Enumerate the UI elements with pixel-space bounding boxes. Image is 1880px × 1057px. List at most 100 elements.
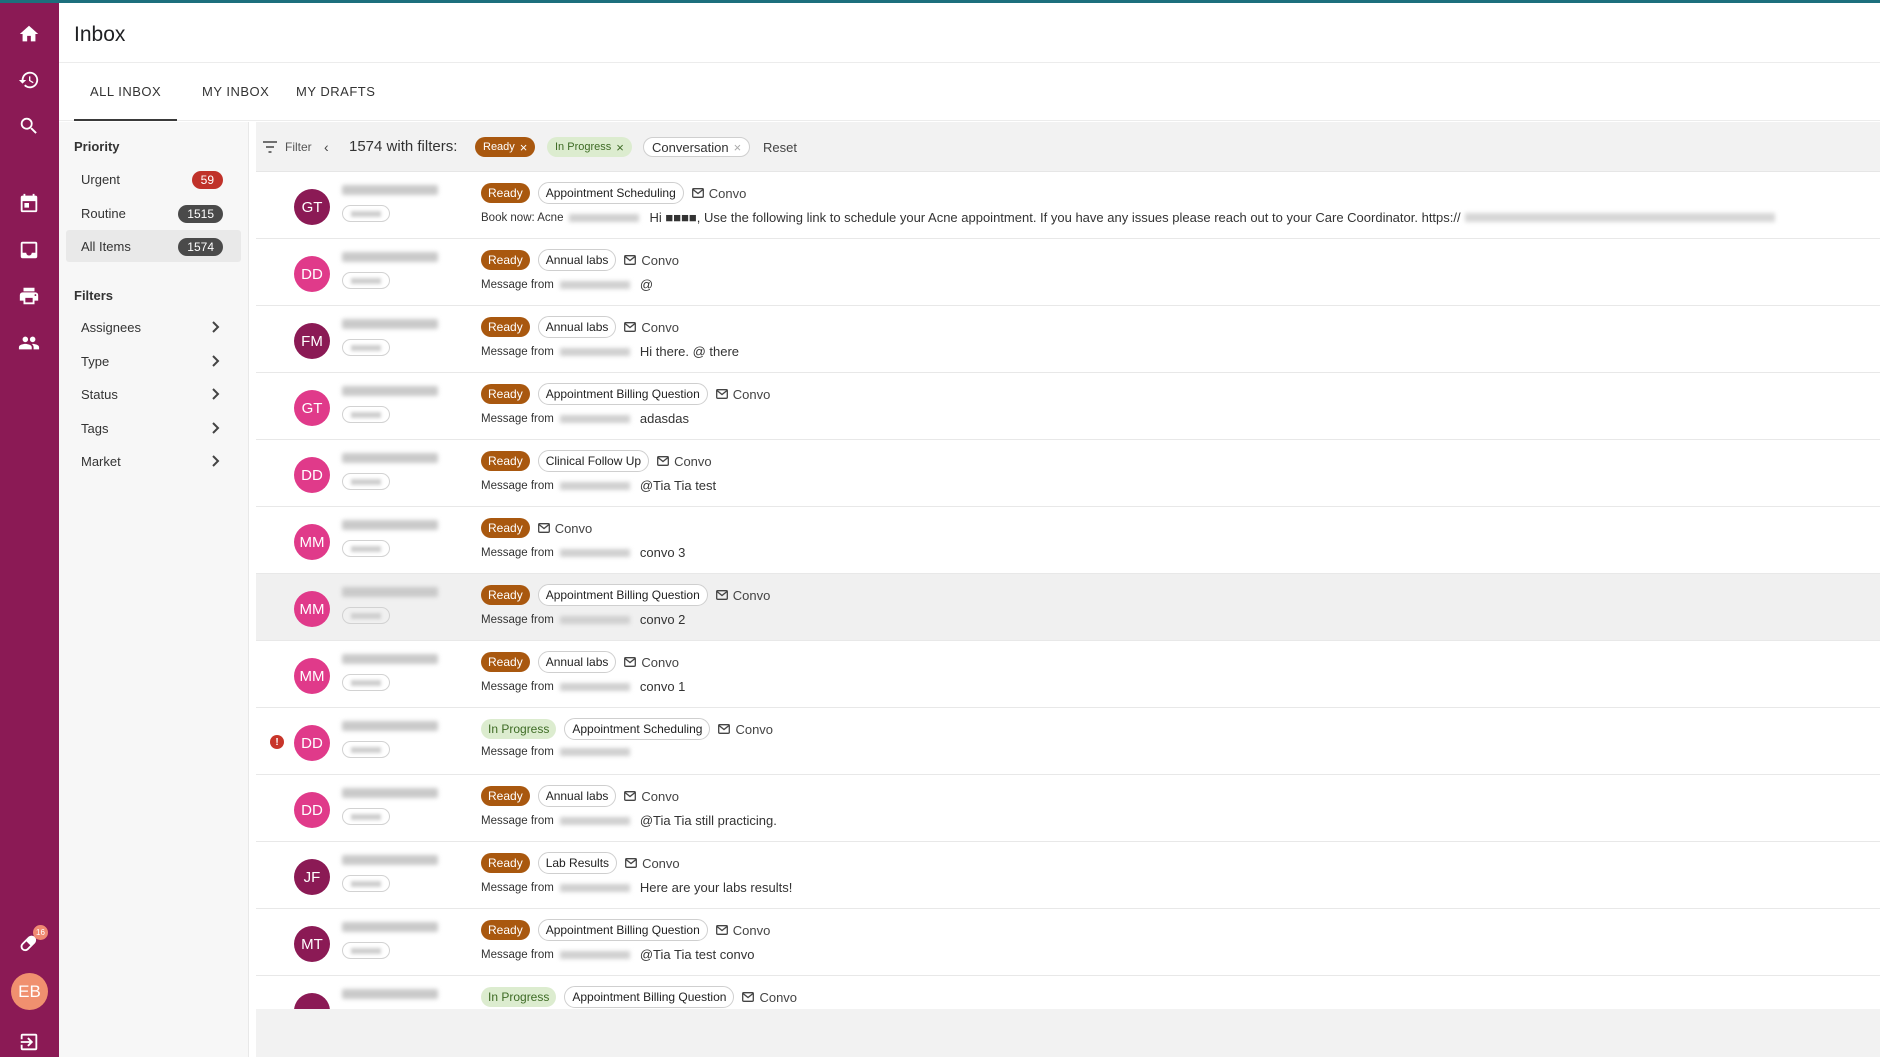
redacted-sender — [559, 347, 630, 356]
item-header: Ready Appointment Billing Question Convo — [481, 383, 770, 405]
list-item[interactable]: DD Ready Clinical Follow Up Convo Message fr… — [256, 440, 1880, 507]
message-preview: Message from @Tia Tia still practicing. — [481, 813, 777, 828]
message-prefix: Message from — [481, 948, 554, 961]
list-item[interactable]: In Progress Appointment Billing Question C… — [256, 976, 1880, 1009]
message-prefix: Message from — [481, 881, 554, 894]
chevron-right-icon — [207, 386, 223, 402]
sidebar-filter-tags[interactable]: Tags — [66, 412, 241, 444]
list-item[interactable]: FM Ready Annual labs Convo Message from Hi th… — [256, 306, 1880, 373]
avatar: MM — [294, 658, 330, 694]
message-prefix: Message from — [481, 546, 554, 559]
sidebar-filter-type[interactable]: Type — [66, 345, 241, 377]
list-item[interactable]: JF Ready Lab Results Convo Message from Here … — [256, 842, 1880, 909]
channel-text: Convo — [641, 319, 679, 335]
list-item[interactable]: MM Ready Appointment Billing Question Convo… — [256, 574, 1880, 641]
chevron-left-icon[interactable]: ‹ — [324, 139, 329, 155]
channel-label: Convo — [624, 253, 679, 268]
status-badge: In Progress — [481, 987, 557, 1007]
list-item[interactable]: MM Ready Annual labs Convo Message from convo… — [256, 641, 1880, 708]
sidebar-filter-assignees[interactable]: Assignees — [66, 311, 241, 343]
filter-chip-in-progress[interactable]: In Progress × — [547, 137, 632, 157]
type-tag: Appointment Billing Question — [537, 584, 708, 606]
list-item[interactable]: DD Ready Annual labs Convo Message from @Tia … — [256, 775, 1880, 842]
envelope-icon — [624, 253, 637, 268]
message-prefix: Message from — [481, 814, 554, 827]
logout-icon[interactable] — [17, 1030, 41, 1054]
home-icon[interactable] — [17, 22, 41, 46]
filters-heading: Filters — [74, 288, 114, 303]
redacted-sender — [569, 213, 640, 222]
redacted-link — [1464, 213, 1775, 222]
tab-my-inbox[interactable]: MY INBOX — [186, 84, 285, 121]
message-text: convo 3 — [639, 545, 686, 560]
list-item[interactable]: ! DD In Progress Appointment Scheduling Conv… — [256, 708, 1880, 775]
count-badge: 1574 — [178, 238, 223, 256]
tab-my-drafts[interactable]: MY DRAFTS — [280, 84, 391, 121]
channel-text: Convo — [641, 788, 679, 804]
list-item[interactable]: DD Ready Annual labs Convo Message from @ — [256, 239, 1880, 306]
channel-label: Convo — [742, 990, 797, 1005]
redacted-id-pill — [342, 205, 390, 222]
people-icon[interactable] — [17, 331, 41, 355]
sidebar-filter-market[interactable]: Market — [66, 445, 241, 477]
type-tag: Clinical Follow Up — [537, 450, 650, 472]
sidebar-item-label: Urgent — [81, 172, 121, 187]
channel-text: Convo — [759, 989, 798, 1005]
sidebar-item-routine[interactable]: Routine 1515 — [66, 197, 241, 229]
channel-label: Convo — [715, 387, 770, 402]
count-badge: 1515 — [178, 205, 223, 223]
sidebar-filter-status[interactable]: Status — [66, 378, 241, 410]
avatar: DD — [294, 457, 330, 493]
close-icon[interactable]: × — [520, 141, 528, 154]
user-avatar[interactable]: EB — [11, 973, 48, 1010]
message-preview: Message from — [481, 746, 640, 758]
list-item[interactable]: MM Ready Convo Message from convo 3 — [256, 507, 1880, 574]
channel-label: Convo — [718, 722, 773, 737]
history-icon[interactable] — [17, 68, 41, 92]
reset-filters-button[interactable]: Reset — [763, 140, 797, 155]
item-header: Ready Convo — [481, 518, 592, 538]
avatar: DD — [294, 725, 330, 761]
envelope-icon — [624, 320, 637, 335]
envelope-icon — [624, 789, 637, 804]
filter-button-label[interactable]: Filter — [285, 140, 312, 154]
inbox-list: GT Ready Appointment Scheduling Convo Book n… — [256, 172, 1880, 1009]
sidebar-item-label: Type — [81, 354, 110, 369]
sidebar-item-urgent[interactable]: Urgent 59 — [66, 163, 241, 195]
item-header: Ready Annual labs Convo — [481, 249, 679, 271]
envelope-icon — [625, 856, 638, 871]
item-header: Ready Lab Results Convo — [481, 852, 680, 874]
redacted-name — [342, 453, 438, 463]
type-tag: Annual labs — [537, 651, 617, 673]
message-text: @Tia Tia test — [639, 478, 717, 493]
channel-label: Convo — [691, 186, 746, 201]
print-icon[interactable] — [17, 284, 41, 308]
search-icon[interactable] — [17, 114, 41, 138]
result-count: 1574 with filters: — [349, 138, 458, 155]
inbox-icon[interactable] — [17, 238, 41, 262]
page-header: Inbox — [59, 3, 1880, 63]
list-item[interactable]: GT Ready Appointment Scheduling Convo Book n… — [256, 172, 1880, 239]
calendar-icon[interactable] — [17, 191, 41, 215]
filter-icon[interactable] — [262, 140, 278, 154]
chevron-right-icon — [207, 453, 223, 469]
sidebar-item-label: Routine — [81, 206, 126, 221]
close-icon[interactable]: × — [734, 141, 742, 154]
list-item[interactable]: MT Ready Appointment Billing Question Convo… — [256, 909, 1880, 976]
redacted-name — [342, 520, 438, 530]
list-item[interactable]: GT Ready Appointment Billing Question Convo… — [256, 373, 1880, 440]
notification-badge: 16 — [33, 925, 48, 940]
redacted-id-pill — [342, 875, 390, 892]
sidebar-item-all-items[interactable]: All Items 1574 — [66, 230, 241, 262]
redacted-name — [342, 855, 438, 865]
redacted-id-pill — [342, 741, 390, 758]
envelope-icon — [537, 521, 550, 536]
filter-chip-conversation[interactable]: Conversation × — [643, 137, 751, 157]
avatar: GT — [294, 189, 330, 225]
filter-chip-ready[interactable]: Ready × — [475, 137, 536, 157]
close-icon[interactable]: × — [616, 141, 624, 154]
tab-all-inbox[interactable]: ALL INBOX — [74, 84, 178, 121]
message-preview: Message from convo 1 — [481, 679, 685, 694]
message-text: adasdas — [639, 411, 690, 426]
redacted-id-pill — [342, 808, 390, 825]
